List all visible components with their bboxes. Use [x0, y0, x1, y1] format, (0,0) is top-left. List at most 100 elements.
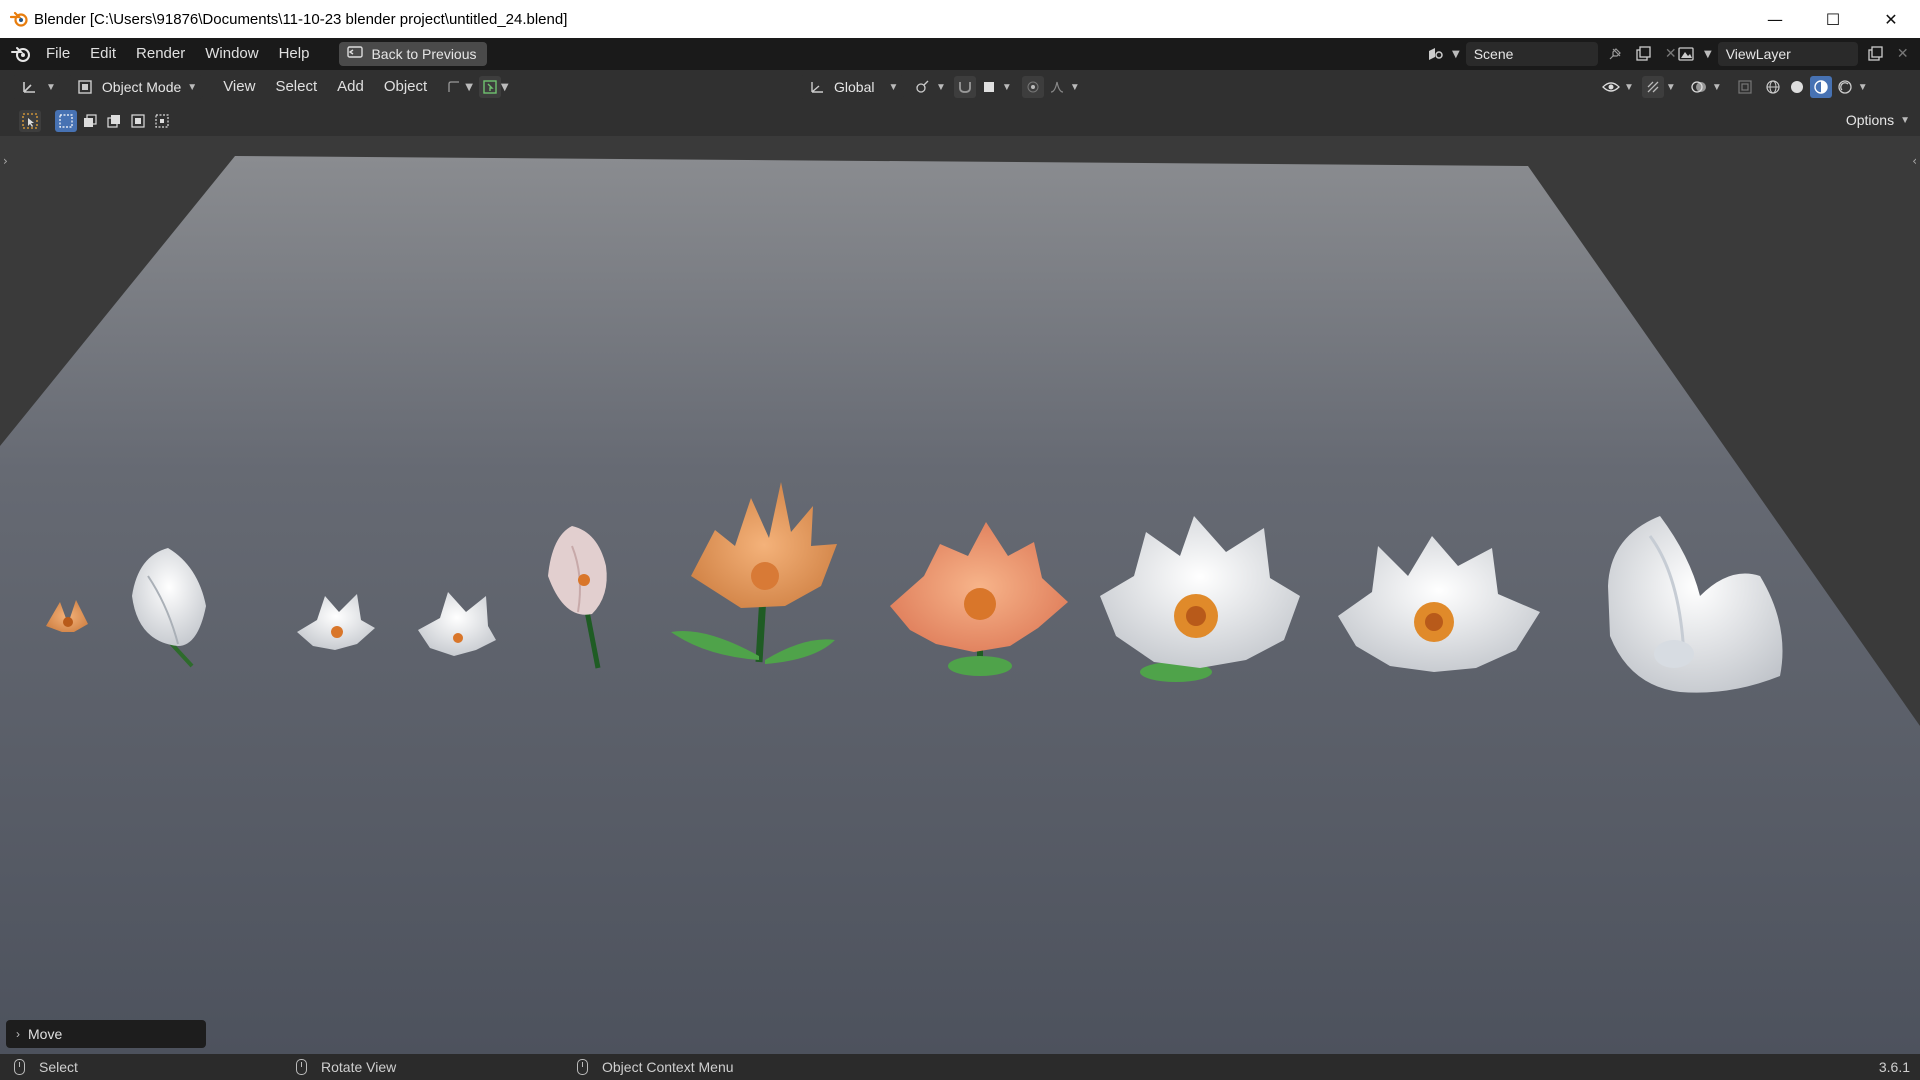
snap-increment-icon[interactable] [978, 76, 1000, 98]
chevron-down-icon: ▼ [46, 81, 56, 93]
select-new-mode-icon[interactable] [55, 110, 77, 132]
maximize-button[interactable]: ☐ [1804, 0, 1862, 38]
view-layer-name-field[interactable]: ViewLayer [1717, 42, 1858, 66]
wireframe-shading-icon[interactable] [1762, 76, 1784, 98]
options-label: Options [1845, 112, 1895, 128]
menu-file[interactable]: File [36, 38, 80, 70]
chevron-down-icon: ▼ [465, 81, 473, 93]
chevron-down-icon: ▼ [936, 81, 946, 93]
scene-name-field[interactable]: Scene [1465, 42, 1598, 66]
last-operator-panel[interactable]: › Move [6, 1020, 206, 1048]
chevron-down-icon: ▼ [500, 81, 509, 93]
window-title-bar: Blender [C:\Users\91876\Documents\11-10-… [0, 0, 1920, 38]
status-context-label: Object Context Menu [602, 1059, 734, 1075]
snap-base-icon[interactable] [443, 76, 465, 98]
chevron-down-icon: ▼ [1711, 81, 1722, 93]
proportional-editing-icon[interactable] [1021, 76, 1044, 98]
window-title: Blender [C:\Users\91876\Documents\11-10-… [34, 10, 568, 28]
top-menu-bar: File Edit Render Window Help Back to Pre… [0, 38, 1920, 70]
material-preview-shading-icon[interactable] [1809, 76, 1832, 98]
blender-menu-icon[interactable] [10, 43, 32, 65]
menu-help[interactable]: Help [269, 38, 320, 70]
status-select: Select [14, 1059, 78, 1075]
axes-icon [18, 76, 40, 98]
close-button[interactable]: ✕ [1862, 0, 1920, 38]
view-layer-icon[interactable] [1676, 43, 1698, 65]
status-bar: Select Rotate View Object Context Menu 3… [0, 1054, 1920, 1080]
overlays-icon[interactable] [1688, 76, 1710, 98]
header-menu-select[interactable]: Select [265, 71, 327, 103]
snap-magnet-icon[interactable] [953, 76, 976, 98]
menu-edit[interactable]: Edit [80, 38, 126, 70]
viewport-display-group: ▼ ▼ ▼ ▼ [1600, 75, 1868, 99]
status-context-menu: Object Context Menu [577, 1059, 734, 1075]
window-controls: — ☐ ✕ [1746, 0, 1920, 38]
view-layer-name: ViewLayer [1725, 46, 1791, 62]
status-rotate: Rotate View [296, 1059, 396, 1075]
last-operator-label: Move [28, 1026, 63, 1042]
mouse-middle-icon [296, 1059, 307, 1075]
select-intersect-mode-icon[interactable] [151, 110, 173, 132]
select-subtract-mode-icon[interactable] [103, 110, 125, 132]
falloff-curve-icon[interactable] [1046, 76, 1068, 98]
minimize-button[interactable]: — [1746, 0, 1804, 38]
chevron-right-icon: › [16, 1027, 20, 1041]
orientation-icon [806, 76, 828, 98]
object-mode-dropdown[interactable]: Object Mode ▼ [67, 75, 204, 99]
mouse-right-icon [577, 1059, 588, 1075]
status-rotate-label: Rotate View [321, 1059, 397, 1075]
solid-shading-icon[interactable] [1786, 76, 1808, 98]
pin-icon[interactable] [1604, 43, 1626, 65]
chevron-down-icon: ▼ [1001, 81, 1012, 93]
select-extend-mode-icon[interactable] [79, 110, 101, 132]
new-view-layer-icon[interactable] [1864, 43, 1886, 65]
header-menu-add[interactable]: Add [327, 71, 374, 103]
back-to-previous-button[interactable]: Back to Previous [339, 42, 487, 66]
tool-header: Options ▼ [0, 104, 1920, 136]
gizmo-icon[interactable] [1641, 76, 1664, 98]
delete-view-layer-icon[interactable]: ✕ [1892, 43, 1914, 65]
chevron-down-icon: ▼ [1704, 48, 1712, 60]
viewport-scene [0, 156, 1920, 1054]
scene-selector: ▼ Scene ✕ [1424, 42, 1682, 66]
3d-viewport[interactable]: › ‹ › Move [0, 136, 1920, 1054]
options-dropdown[interactable]: Options ▼ [1846, 109, 1910, 131]
screen-icon [347, 45, 364, 63]
object-mode-label: Object Mode [101, 79, 182, 95]
scene-name: Scene [1473, 46, 1514, 62]
chevron-down-icon: ▼ [1857, 81, 1868, 93]
sidebar-expand-arrow-icon[interactable]: ‹ [1912, 154, 1917, 168]
pivot-point-icon[interactable] [912, 76, 934, 98]
header-menu-view[interactable]: View [213, 71, 265, 103]
status-select-label: Select [39, 1059, 78, 1075]
object-mode-icon [74, 76, 96, 98]
chevron-down-icon: ▼ [1624, 81, 1634, 93]
blender-logo-icon [8, 8, 30, 30]
blender-version: 3.6.1 [1878, 1059, 1910, 1075]
scene-icon[interactable] [1424, 43, 1446, 65]
rendered-shading-icon[interactable] [1834, 76, 1856, 98]
new-scene-icon[interactable] [1632, 43, 1654, 65]
chevron-down-icon: ▼ [1069, 81, 1080, 93]
transform-affect-icon[interactable] [478, 76, 501, 98]
chevron-down-icon: ▼ [888, 81, 899, 93]
transform-orientation-label: Global [834, 79, 875, 95]
editor-type-dropdown[interactable]: ▼ [12, 75, 62, 99]
mouse-left-icon [14, 1059, 25, 1075]
chevron-down-icon: ▼ [1900, 114, 1910, 126]
select-tool-icon[interactable] [19, 110, 41, 132]
pivot-snapping-group: ▼ ▼ ▼ [912, 75, 1080, 99]
select-invert-mode-icon[interactable] [127, 110, 149, 132]
toolbar-expand-arrow-icon[interactable]: › [3, 154, 8, 168]
xray-icon[interactable] [1734, 76, 1756, 98]
transform-orientation-dropdown[interactable]: Global ▼ [800, 75, 905, 99]
chevron-down-icon: ▼ [187, 81, 198, 93]
chevron-down-icon: ▼ [1665, 81, 1676, 93]
chevron-down-icon: ▼ [1452, 48, 1460, 60]
back-to-previous-label: Back to Previous [371, 46, 477, 62]
menu-render[interactable]: Render [126, 38, 195, 70]
visibility-eye-icon[interactable] [1600, 76, 1622, 98]
menu-window[interactable]: Window [195, 38, 268, 70]
view-layer-selector: ▼ ViewLayer ✕ [1676, 42, 1914, 66]
header-menu-object[interactable]: Object [374, 71, 437, 103]
